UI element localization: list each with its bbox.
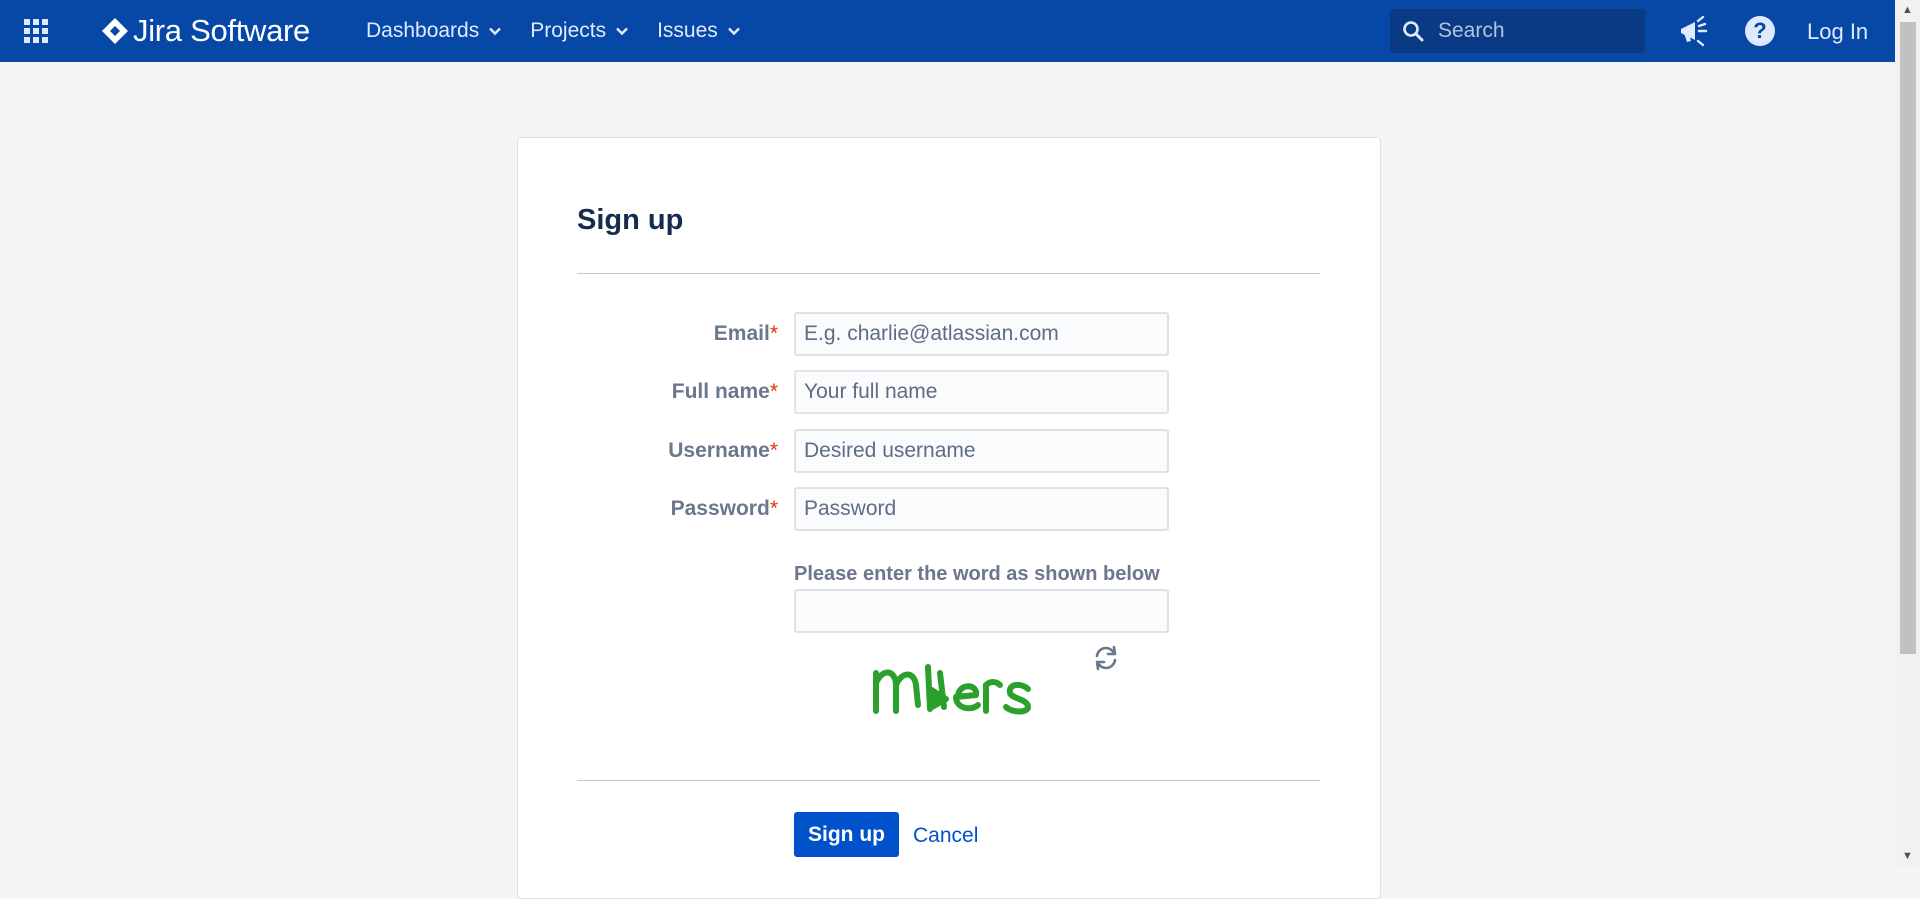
search-box[interactable] [1390,9,1645,53]
fullname-label: Full name* [671,380,778,403]
login-link[interactable]: Log In [1807,19,1868,45]
jira-logo[interactable]: Jira Software [101,13,310,49]
email-field[interactable] [794,312,1169,356]
nav-projects[interactable]: Projects [530,19,629,43]
required-marker: * [769,322,778,345]
password-label: Password* [670,497,778,520]
scrollbar-thumb[interactable] [1900,22,1916,654]
username-field[interactable] [794,429,1169,473]
jira-diamond-icon [102,18,128,44]
top-navigation-bar: Jira Software Dashboards Projects Issues [0,0,1895,62]
logo-text: Jira Software [133,13,310,48]
fullname-field[interactable] [794,370,1169,414]
page-title: Sign up [577,204,684,236]
search-icon [1403,21,1424,42]
chevron-down-icon [727,27,740,36]
page-scrollbar[interactable]: ▲ ▼ [1895,0,1920,866]
help-icon[interactable]: ? [1743,14,1777,48]
search-input[interactable] [1436,18,1640,44]
captcha-row [518,589,1380,633]
divider [577,780,1320,781]
cancel-link[interactable]: Cancel [913,824,978,848]
chevron-down-icon [489,27,502,36]
scroll-down-arrow-icon[interactable]: ▼ [1895,846,1920,866]
required-marker: * [769,380,778,403]
chevron-down-icon [616,27,628,36]
divider [577,273,1320,274]
required-marker: * [769,497,778,520]
sign-up-button[interactable]: Sign up [794,812,899,857]
password-field[interactable] [794,487,1169,531]
captcha-label: Please enter the word as shown below [794,563,1160,585]
captcha-field[interactable] [794,589,1169,633]
main-nav: Dashboards Projects Issues [366,19,769,43]
fullname-row: Full name* [518,370,1380,414]
email-label: Email* [713,322,778,345]
nav-projects-label: Projects [530,19,607,42]
username-label: Username* [668,439,778,462]
megaphone-icon[interactable] [1676,14,1710,48]
captcha-image [873,664,1031,715]
svg-text:?: ? [1753,18,1766,43]
nav-dashboards-label: Dashboards [366,19,480,42]
app-switcher-icon[interactable] [23,18,49,44]
scroll-up-arrow-icon[interactable]: ▲ [1895,0,1920,20]
nav-dashboards[interactable]: Dashboards [366,19,502,43]
nav-issues[interactable]: Issues [657,19,741,43]
email-row: Email* [518,312,1380,356]
nav-issues-label: Issues [657,19,718,42]
username-row: Username* [518,429,1380,473]
signup-card: Sign up Email* Full name* Username* Pass… [517,137,1381,899]
password-row: Password* [518,487,1380,531]
refresh-captcha-icon[interactable] [1092,644,1120,672]
required-marker: * [769,439,778,462]
